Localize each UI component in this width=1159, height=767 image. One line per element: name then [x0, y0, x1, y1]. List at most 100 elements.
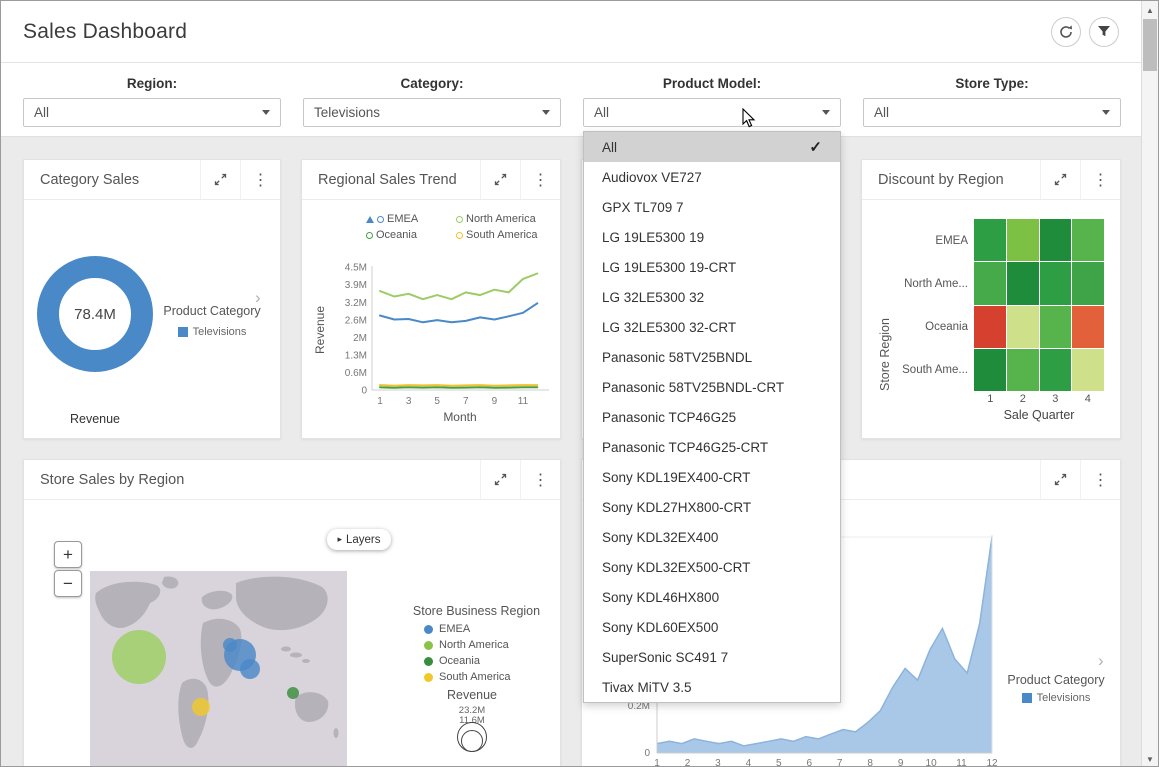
- legend-label: Televisions: [1037, 692, 1091, 704]
- option-label: GPX TL709 7: [602, 200, 684, 215]
- legend-expand-arrow-icon[interactable]: ›: [1098, 652, 1104, 669]
- svg-text:3: 3: [715, 758, 721, 767]
- card-tools: ⋮: [480, 460, 560, 499]
- size-legend-title: Revenue: [412, 688, 532, 702]
- filter-select-region[interactable]: All: [23, 98, 281, 127]
- dropdown-option[interactable]: Sony KDL19EX400-CRT: [584, 462, 840, 492]
- menu-icon[interactable]: ⋮: [520, 460, 560, 499]
- filter-button[interactable]: [1089, 17, 1119, 47]
- option-label: Panasonic 58TV25BNDL: [602, 350, 752, 365]
- dropdown-option[interactable]: LG 19LE5300 19-CRT: [584, 252, 840, 282]
- heatmap-cell[interactable]: [974, 219, 1006, 261]
- select-value: Televisions: [314, 105, 380, 120]
- layers-button[interactable]: ▸ Layers: [327, 529, 391, 550]
- heatmap-cell[interactable]: [1007, 219, 1039, 261]
- menu-icon[interactable]: ⋮: [520, 160, 560, 199]
- heatmap-cell[interactable]: [1072, 306, 1104, 348]
- option-label: Panasonic TCP46G25-CRT: [602, 440, 768, 455]
- filter-select-category[interactable]: Televisions: [303, 98, 561, 127]
- expand-arrows-icon: [214, 173, 227, 186]
- dropdown-option[interactable]: Sony KDL32EX500-CRT: [584, 552, 840, 582]
- dropdown-option[interactable]: SuperSonic SC491 7: [584, 642, 840, 672]
- heatmap-cell[interactable]: [1040, 219, 1072, 261]
- donut-legend: Product Category Televisions: [156, 304, 268, 338]
- map-legend: EMEANorth AmericaOceaniaSouth America: [424, 623, 511, 683]
- svg-text:5: 5: [776, 758, 782, 767]
- heatmap-cell[interactable]: [974, 349, 1006, 391]
- filter-select-product-model[interactable]: All: [583, 98, 841, 127]
- world-map[interactable]: [90, 571, 347, 767]
- heatmap-cell[interactable]: [1007, 262, 1039, 304]
- legend-expand-arrow-icon[interactable]: ›: [255, 289, 261, 306]
- option-label: Sony KDL27HX800-CRT: [602, 500, 751, 515]
- dropdown-option[interactable]: LG 32LE5300 32: [584, 282, 840, 312]
- zoom-out-button[interactable]: −: [54, 570, 82, 597]
- heatmap-cell[interactable]: [1040, 306, 1072, 348]
- expand-icon[interactable]: [480, 460, 520, 499]
- filter-select-store-type[interactable]: All: [863, 98, 1121, 127]
- legend-item: EMEA: [424, 623, 511, 635]
- map-bubble[interactable]: [223, 638, 237, 652]
- dropdown-option[interactable]: Audiovox VE727: [584, 162, 840, 192]
- expand-icon[interactable]: [480, 160, 520, 199]
- heatmap-cell[interactable]: [974, 262, 1006, 304]
- map-bubble[interactable]: [287, 687, 299, 699]
- expand-icon[interactable]: [200, 160, 240, 199]
- heatmap-row-labels: EMEANorth Ame...OceaniaSouth Ame...: [862, 219, 968, 391]
- scroll-up-arrow-icon[interactable]: ▲: [1142, 2, 1158, 18]
- legend-item: Televisions: [156, 326, 268, 338]
- dropdown-option[interactable]: Sony KDL27HX800-CRT: [584, 492, 840, 522]
- card-tools: ⋮: [1040, 160, 1120, 199]
- zoom-in-button[interactable]: +: [54, 541, 82, 568]
- card-title: Category Sales: [24, 172, 139, 188]
- legend-item: Oceania: [366, 229, 450, 241]
- refresh-button[interactable]: [1051, 17, 1081, 47]
- dropdown-option[interactable]: All✓: [584, 132, 840, 162]
- chevron-down-icon: [262, 110, 270, 115]
- menu-icon[interactable]: ⋮: [240, 160, 280, 199]
- option-label: Audiovox VE727: [602, 170, 702, 185]
- expand-icon[interactable]: [1040, 460, 1080, 499]
- dropdown-option[interactable]: Sony KDL32EX400: [584, 522, 840, 552]
- heatmap-cell[interactable]: [1072, 262, 1104, 304]
- map-bubble[interactable]: [240, 659, 260, 679]
- map-bubble[interactable]: [192, 698, 210, 716]
- header-actions: [1051, 17, 1136, 47]
- dropdown-option[interactable]: Tivax MiTV 3.5: [584, 672, 840, 702]
- donut-chart[interactable]: 78.4M: [37, 256, 153, 372]
- legend-label: EMEA: [439, 623, 470, 635]
- option-label: Sony KDL46HX800: [602, 590, 719, 605]
- scrollbar-thumb[interactable]: [1143, 19, 1157, 71]
- circle-marker-icon: [424, 641, 433, 650]
- dropdown-option[interactable]: LG 19LE5300 19: [584, 222, 840, 252]
- heatmap-cell[interactable]: [1007, 306, 1039, 348]
- heatmap-cell[interactable]: [1072, 219, 1104, 261]
- legend-label: North America: [466, 213, 536, 225]
- dropdown-option[interactable]: LG 32LE5300 32-CRT: [584, 312, 840, 342]
- dropdown-option[interactable]: Sony KDL46HX800: [584, 582, 840, 612]
- dropdown-option[interactable]: Sony KDL60EX500: [584, 612, 840, 642]
- dropdown-option[interactable]: Panasonic 58TV25BNDL-CRT: [584, 372, 840, 402]
- dropdown-option[interactable]: Panasonic TCP46G25: [584, 402, 840, 432]
- menu-icon[interactable]: ⋮: [1080, 460, 1120, 499]
- card-header: Discount by Region ⋮: [862, 160, 1120, 200]
- map-bubble[interactable]: [112, 630, 166, 684]
- heatmap-cell[interactable]: [1040, 349, 1072, 391]
- menu-icon[interactable]: ⋮: [1080, 160, 1120, 199]
- chevron-down-icon: [1102, 110, 1110, 115]
- heatmap-cell[interactable]: [1040, 262, 1072, 304]
- expand-icon[interactable]: [1040, 160, 1080, 199]
- svg-text:1: 1: [654, 758, 660, 767]
- heatmap-cell[interactable]: [974, 306, 1006, 348]
- card-body: 78.4M Revenue Product Category Televisio…: [24, 200, 280, 437]
- heatmap-x-axis-title: Sale Quarter: [974, 408, 1104, 422]
- dropdown-option[interactable]: Panasonic 58TV25BNDL: [584, 342, 840, 372]
- vertical-scrollbar[interactable]: ▲ ▼: [1141, 1, 1158, 767]
- card-body: Store Region EMEANorth Ame...OceaniaSout…: [862, 200, 1120, 437]
- heatmap-cell[interactable]: [1072, 349, 1104, 391]
- heatmap-cell[interactable]: [1007, 349, 1039, 391]
- dropdown-option[interactable]: Panasonic TCP46G25-CRT: [584, 432, 840, 462]
- scroll-down-arrow-icon[interactable]: ▼: [1142, 751, 1158, 767]
- dropdown-option[interactable]: GPX TL709 7: [584, 192, 840, 222]
- option-label: Sony KDL19EX400-CRT: [602, 470, 750, 485]
